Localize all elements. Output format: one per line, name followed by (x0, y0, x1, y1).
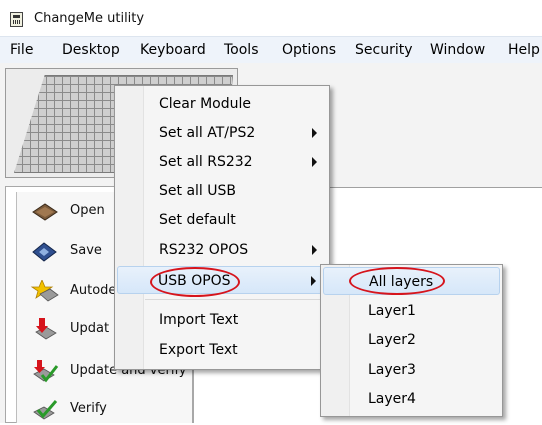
window-title: ChangeMe utility (34, 11, 145, 26)
menu-window[interactable]: Window (430, 42, 485, 58)
autodetect-label: Autode (70, 283, 117, 298)
menu-item-set-default[interactable]: Set default (117, 206, 327, 234)
menu-separator (145, 299, 323, 300)
menu-item-label: Export Text (159, 342, 238, 358)
menu-item-label: USB OPOS (158, 273, 231, 289)
menu-item-label: Set default (159, 212, 236, 228)
folder-open-icon (32, 203, 58, 221)
menu-options[interactable]: Options (282, 42, 336, 58)
submenu-item-label: Layer2 (368, 332, 416, 348)
submenu-item-layer1[interactable]: Layer1 (323, 297, 500, 325)
title-bar: ChangeMe utility (0, 0, 542, 36)
submenu-item-label: All layers (369, 274, 434, 290)
menu-bar: File Desktop Keyboard Tools Options Secu… (0, 36, 542, 64)
menu-tools[interactable]: Tools (224, 42, 259, 58)
menu-security[interactable]: Security (355, 42, 413, 58)
menu-file[interactable]: File (10, 42, 33, 58)
update-label: Updat (70, 321, 110, 336)
menu-desktop[interactable]: Desktop (62, 42, 120, 58)
menu-item-label: Set all USB (159, 183, 236, 199)
menu-item-label: RS232 OPOS (159, 242, 249, 258)
app-icon (10, 12, 23, 27)
submenu-arrow-icon (312, 157, 317, 167)
submenu-arrow-icon (312, 245, 317, 255)
usb-opos-submenu: All layers Layer1 Layer2 Layer3 Layer4 (320, 264, 503, 417)
menu-item-rs232-opos[interactable]: RS232 OPOS (117, 236, 327, 264)
menu-item-label: Set all AT/PS2 (159, 125, 256, 141)
verify-check-icon (33, 400, 58, 420)
menu-item-set-all-rs232[interactable]: Set all RS232 (117, 148, 327, 176)
menu-item-clear-module[interactable]: Clear Module (117, 90, 327, 118)
update-arrow-icon (35, 318, 57, 340)
menu-item-export-text[interactable]: Export Text (117, 336, 327, 364)
autodetect-star-icon (30, 280, 59, 302)
submenu-item-layer4[interactable]: Layer4 (323, 385, 500, 413)
menu-help[interactable]: Help (508, 42, 540, 58)
menu-keyboard[interactable]: Keyboard (140, 42, 206, 58)
submenu-item-label: Layer3 (368, 362, 416, 378)
submenu-item-layer2[interactable]: Layer2 (323, 326, 500, 354)
submenu-arrow-icon (311, 276, 316, 286)
submenu-item-all-layers[interactable]: All layers (323, 267, 500, 295)
diskette-save-icon (32, 242, 57, 262)
menu-item-set-all-usb[interactable]: Set all USB (117, 177, 327, 205)
submenu-arrow-icon (312, 128, 317, 138)
update-verify-icon (33, 360, 59, 383)
submenu-item-label: Layer1 (368, 303, 416, 319)
menu-item-label: Set all RS232 (159, 154, 253, 170)
menu-item-usb-opos[interactable]: USB OPOS (117, 266, 327, 294)
submenu-item-label: Layer4 (368, 391, 416, 407)
save-label: Save (70, 243, 102, 258)
menu-item-import-text[interactable]: Import Text (117, 306, 327, 334)
open-label: Open (70, 203, 105, 218)
verify-label: Verify (70, 401, 107, 416)
context-menu: Clear Module Set all AT/PS2 Set all RS23… (114, 85, 330, 370)
menu-item-label: Clear Module (159, 96, 251, 112)
menu-item-set-all-atps2[interactable]: Set all AT/PS2 (117, 119, 327, 147)
submenu-item-layer3[interactable]: Layer3 (323, 356, 500, 384)
menu-item-label: Import Text (159, 312, 239, 328)
